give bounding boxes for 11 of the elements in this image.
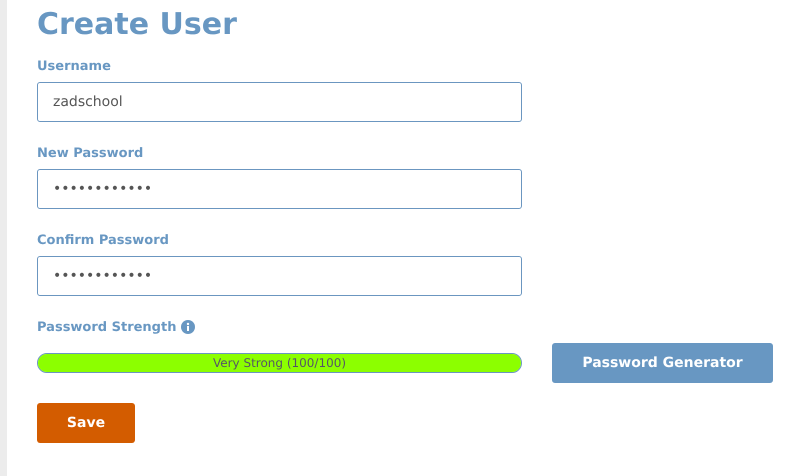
- field-label: New Password: [37, 145, 144, 161]
- input-field[interactable]: ••••••••••••: [37, 256, 522, 296]
- save-button[interactable]: Save: [37, 403, 135, 443]
- field-label: Confirm Password: [37, 232, 170, 248]
- field-label: Username: [37, 58, 112, 74]
- field-label: Password Strength: [37, 320, 176, 334]
- input-field[interactable]: zadschool: [37, 82, 522, 122]
- input-field[interactable]: ••••••••••••: [37, 169, 522, 209]
- page-title: Create User: [37, 6, 238, 44]
- strength-reading: Very Strong (100/100): [212, 355, 348, 372]
- info-icon[interactable]: [181, 320, 196, 334]
